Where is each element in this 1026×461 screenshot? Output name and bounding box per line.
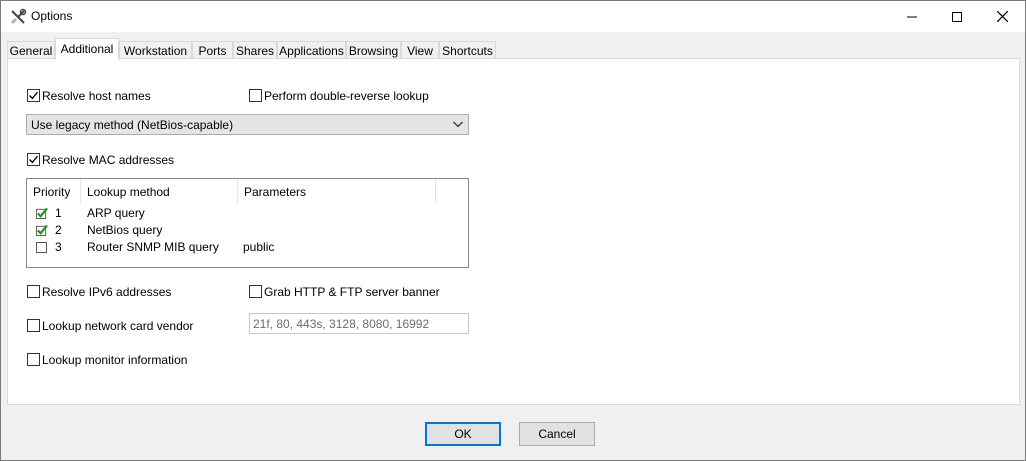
- title-bar[interactable]: Options: [1, 1, 1025, 32]
- mac-lookup-list[interactable]: Priority Lookup method Parameters 1 ARP …: [26, 178, 469, 268]
- cancel-button[interactable]: Cancel: [519, 422, 595, 446]
- banner-ports-input[interactable]: 21f, 80, 443s, 3128, 8080, 16992: [249, 313, 469, 334]
- tab-additional[interactable]: Additional: [55, 38, 119, 60]
- checkmark-icon: [29, 91, 39, 100]
- list-header: Priority Lookup method Parameters: [27, 179, 468, 204]
- ok-button[interactable]: OK: [425, 422, 501, 446]
- maximize-button[interactable]: [934, 1, 980, 32]
- resolve-host-names-label[interactable]: Resolve host names: [42, 89, 151, 103]
- resolve-ipv6-checkbox[interactable]: [27, 285, 40, 298]
- checkmark-icon: [29, 155, 39, 164]
- row-priority: 2: [55, 223, 62, 237]
- double-reverse-label[interactable]: Perform double-reverse lookup: [264, 89, 429, 103]
- resolve-host-names-checkbox[interactable]: [27, 89, 40, 102]
- lookup-monitor-label[interactable]: Lookup monitor information: [42, 353, 187, 367]
- table-row[interactable]: 3 Router SNMP MIB query public: [27, 239, 468, 256]
- lookup-monitor-checkbox[interactable]: [27, 353, 40, 366]
- row-method: ARP query: [87, 206, 145, 220]
- row-params: public: [243, 240, 275, 254]
- lookup-vendor-checkbox[interactable]: [27, 319, 40, 332]
- resolve-ipv6-label[interactable]: Resolve IPv6 addresses: [42, 285, 171, 299]
- options-window: Options General Additional Workstation P…: [0, 0, 1026, 461]
- window-title: Options: [31, 9, 73, 23]
- row-method: NetBios query: [87, 223, 163, 237]
- table-row[interactable]: 1 ARP query: [27, 205, 468, 222]
- green-check-icon[interactable]: [36, 207, 48, 219]
- column-lookup-method[interactable]: Lookup method: [81, 179, 238, 204]
- resolve-mac-checkbox[interactable]: [27, 153, 40, 166]
- table-row[interactable]: 2 NetBios query: [27, 222, 468, 239]
- row-priority: 1: [55, 206, 62, 220]
- row-checkbox[interactable]: [36, 242, 47, 253]
- row-priority: 3: [55, 240, 62, 254]
- column-priority[interactable]: Priority: [27, 179, 81, 204]
- chevron-down-icon: [453, 121, 463, 128]
- grab-banner-label[interactable]: Grab HTTP & FTP server banner: [264, 285, 440, 299]
- minimize-icon: [907, 16, 917, 17]
- row-method: Router SNMP MIB query: [87, 240, 219, 254]
- column-parameters[interactable]: Parameters: [238, 179, 436, 204]
- close-button[interactable]: [979, 1, 1025, 32]
- double-reverse-checkbox[interactable]: [249, 89, 262, 102]
- minimize-button[interactable]: [889, 1, 935, 32]
- maximize-icon: [952, 11, 962, 22]
- close-icon: [996, 11, 1008, 22]
- green-check-icon[interactable]: [36, 224, 48, 236]
- resolve-method-value: Use legacy method (NetBios-capable): [31, 118, 234, 132]
- tools-icon: [9, 8, 27, 26]
- lookup-vendor-label[interactable]: Lookup network card vendor: [42, 319, 193, 333]
- grab-banner-checkbox[interactable]: [249, 285, 262, 298]
- banner-ports-value: 21f, 80, 443s, 3128, 8080, 16992: [253, 317, 430, 331]
- resolve-method-select[interactable]: Use legacy method (NetBios-capable): [26, 114, 469, 135]
- resolve-mac-label[interactable]: Resolve MAC addresses: [42, 153, 174, 167]
